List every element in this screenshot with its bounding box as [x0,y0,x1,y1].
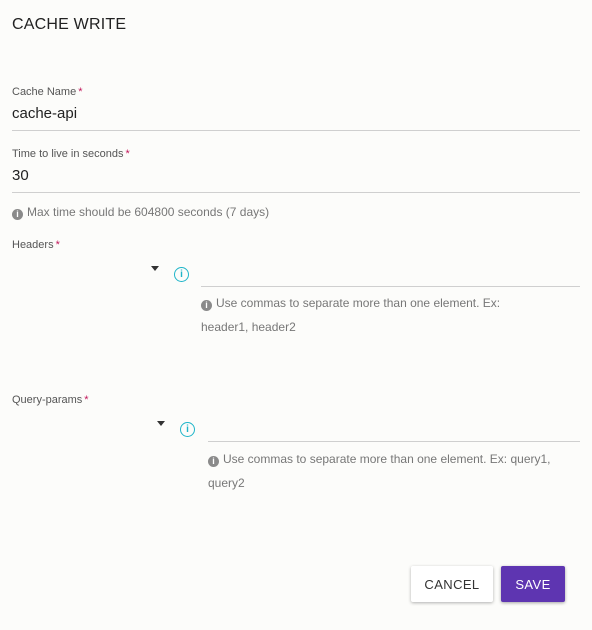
ttl-label: Time to live in seconds * [12,148,130,160]
cancel-button[interactable]: CANCEL [411,566,493,602]
required-marker: * [55,239,60,251]
headers-input[interactable] [201,286,580,287]
query-params-hint: i Use commas to separate more than one el… [208,452,551,490]
ttl-field[interactable]: Time to live in seconds * 30 [12,148,580,193]
info-icon: i [201,300,212,311]
ttl-underline [12,192,580,193]
required-marker: * [84,394,89,406]
required-marker: * [78,86,83,98]
query-params-input[interactable] [208,441,580,442]
cache-name-underline [12,130,580,131]
help-icon[interactable]: i [174,267,189,282]
headers-hint: i Use commas to separate more than one el… [201,296,501,334]
ttl-input[interactable]: 30 [12,167,580,184]
info-icon: i [208,456,219,467]
required-marker: * [125,148,130,160]
headers-label: Headers * [12,239,60,251]
dialog-title: CACHE WRITE [12,16,127,33]
query-params-label: Query-params * [12,394,89,406]
ttl-hint: i Max time should be 604800 seconds (7 da… [12,200,269,224]
caret-down-icon[interactable] [151,266,159,271]
cache-name-field[interactable]: Cache Name * cache-api [12,86,580,131]
help-icon[interactable]: i [180,422,195,437]
caret-down-icon[interactable] [157,421,165,426]
info-icon: i [12,209,23,220]
cache-name-input[interactable]: cache-api [12,105,580,122]
cache-name-label: Cache Name * [12,86,83,98]
save-button[interactable]: SAVE [501,566,565,602]
